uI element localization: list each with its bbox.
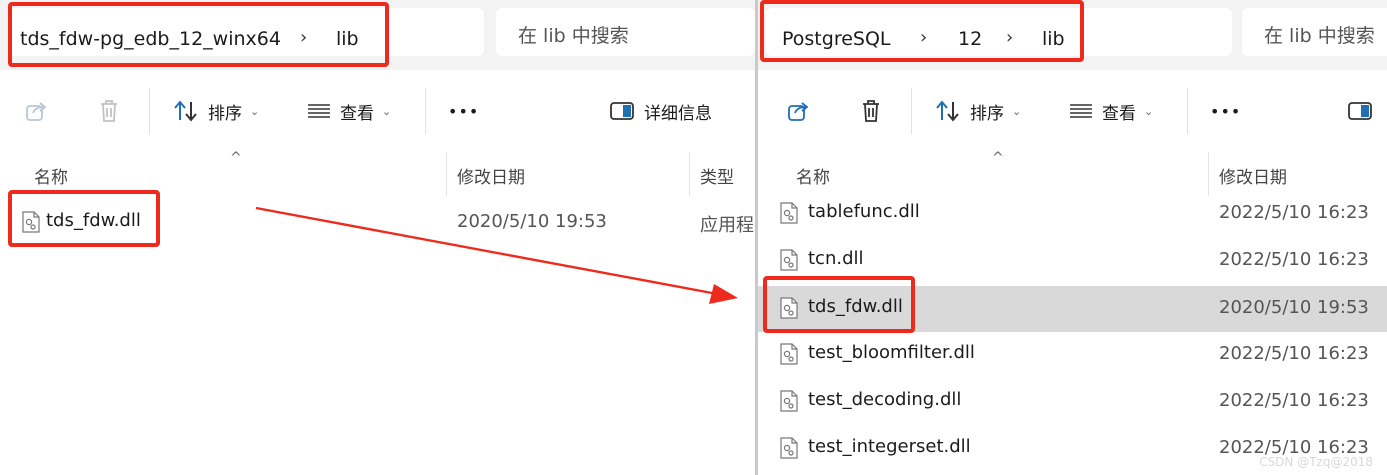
copy-arrow: [255, 206, 738, 304]
watermark: CSDN @Tzq@2018: [1259, 455, 1373, 469]
